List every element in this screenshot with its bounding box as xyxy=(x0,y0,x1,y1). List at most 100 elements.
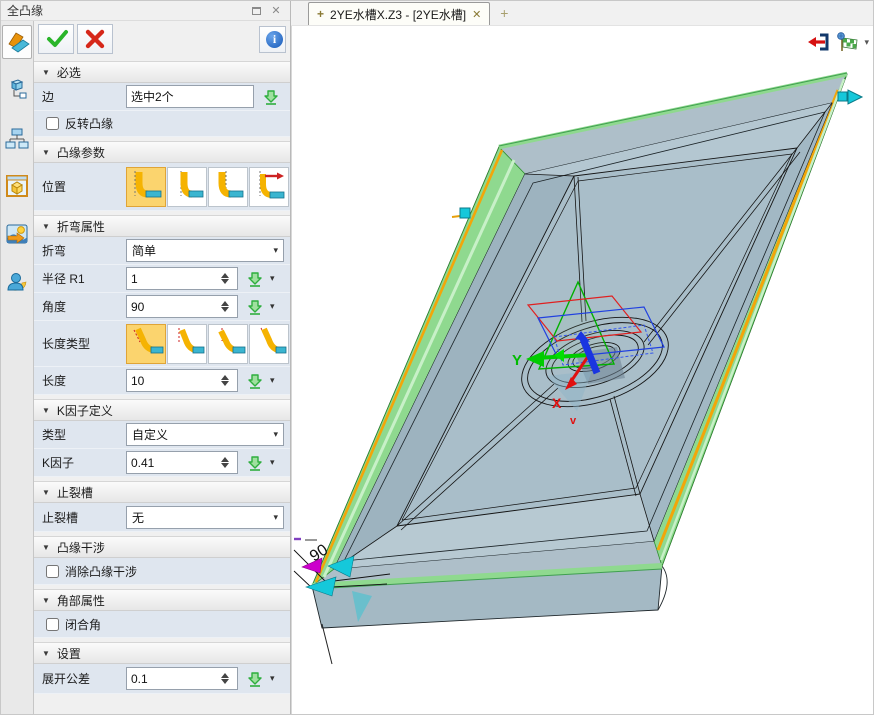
tab-close-button[interactable]: ✕ xyxy=(472,8,481,21)
axis-x-label: X xyxy=(552,395,562,411)
spin-down-icon[interactable] xyxy=(221,279,229,284)
flip-flange-row: 反转凸缘 xyxy=(34,111,290,137)
length-type-option-1-button[interactable] xyxy=(126,324,166,364)
angle-input[interactable] xyxy=(127,296,217,317)
sidebar-item-flange-tool[interactable] xyxy=(2,25,32,59)
section-header-required[interactable]: ▼ 必选 xyxy=(34,61,290,83)
tolerance-label: 展开公差 xyxy=(42,670,126,687)
position-option-4-button[interactable] xyxy=(249,167,289,207)
sidebar-item-hierarchy[interactable] xyxy=(2,121,32,155)
caret-down-icon[interactable]: ▾ xyxy=(270,273,275,284)
length-type-option-3-button[interactable] xyxy=(208,324,248,364)
remove-interference-checkbox[interactable] xyxy=(46,565,59,578)
main-area: + 2YE水槽X.Z3 - [2YE水槽] ✕ + xyxy=(291,1,874,715)
dialog-toolbar: i xyxy=(34,21,290,57)
length-type-option-2-button[interactable] xyxy=(167,324,207,364)
info-button[interactable]: i xyxy=(259,26,286,53)
bend-position-1-icon xyxy=(127,168,165,206)
render-mode-icon[interactable] xyxy=(835,32,859,52)
sidebar-item-user[interactable] xyxy=(2,265,32,299)
length-label: 长度 xyxy=(42,372,126,389)
caret-down-icon[interactable]: ▾ xyxy=(270,673,275,684)
caret-down-icon: ▾ xyxy=(273,429,278,440)
spin-down-icon[interactable] xyxy=(221,307,229,312)
caret-down-icon[interactable]: ▾ xyxy=(270,301,275,312)
caret-down-icon[interactable]: ▾ xyxy=(270,457,275,468)
ktype-dropdown[interactable]: 自定义 ▾ xyxy=(126,423,284,446)
length-spinner xyxy=(126,369,238,392)
section-title: 止裂槽 xyxy=(57,484,93,501)
caret-down-icon[interactable]: ▾ xyxy=(864,37,869,48)
tolerance-input[interactable] xyxy=(127,668,217,689)
panel-title: 全凸缘 xyxy=(7,2,244,19)
radius-input[interactable] xyxy=(127,268,217,289)
position-option-3-button[interactable] xyxy=(208,167,248,207)
sidebar-item-manager[interactable] xyxy=(2,73,32,107)
image-render-icon xyxy=(5,222,29,246)
green-apply-arrow-icon xyxy=(262,88,280,106)
angle-apply-button[interactable] xyxy=(244,297,266,317)
angle-row: 角度 ▾ xyxy=(34,293,290,321)
cube-tree-icon xyxy=(5,78,29,102)
sidebar-item-image[interactable] xyxy=(2,217,32,251)
3d-viewport[interactable]: ▾ xyxy=(291,26,874,715)
position-option-2-button[interactable] xyxy=(167,167,207,207)
sink-model-scene: Y X v xyxy=(292,26,874,715)
flip-flange-checkbox[interactable] xyxy=(46,117,59,130)
cancel-button[interactable] xyxy=(77,24,113,54)
document-tab[interactable]: + 2YE水槽X.Z3 - [2YE水槽] ✕ xyxy=(308,2,490,25)
tolerance-apply-button[interactable] xyxy=(244,669,266,689)
spin-up-icon[interactable] xyxy=(221,375,229,380)
top-right-handle[interactable] xyxy=(838,90,862,104)
new-tab-button[interactable]: + xyxy=(500,5,508,21)
spin-down-icon[interactable] xyxy=(221,679,229,684)
left-edge-handle[interactable] xyxy=(452,208,470,218)
closed-corner-checkbox[interactable] xyxy=(46,618,59,631)
spin-down-icon[interactable] xyxy=(221,463,229,468)
section-header-bend-attrs[interactable]: ▼ 折弯属性 xyxy=(34,215,290,237)
view-cube-icon xyxy=(5,174,29,198)
radius-apply-button[interactable] xyxy=(244,269,266,289)
kfactor-input[interactable] xyxy=(127,452,217,473)
spin-up-icon[interactable] xyxy=(221,457,229,462)
sidebar-item-view-window[interactable] xyxy=(2,169,32,203)
axis-y-label: Y xyxy=(512,352,522,369)
spin-up-icon[interactable] xyxy=(221,673,229,678)
bend-position-4-icon xyxy=(250,168,288,206)
section-header-flange-params[interactable]: ▼ 凸缘参数 xyxy=(34,141,290,163)
exit-view-icon[interactable] xyxy=(806,32,830,52)
spin-up-icon[interactable] xyxy=(221,273,229,278)
ok-button[interactable] xyxy=(38,24,74,54)
corner-edge-line xyxy=(322,624,332,664)
spin-down-icon[interactable] xyxy=(221,381,229,386)
length-input[interactable] xyxy=(127,370,217,391)
position-option-1-button[interactable] xyxy=(126,167,166,207)
caret-down-icon: ▾ xyxy=(273,512,278,523)
caret-down-icon[interactable]: ▾ xyxy=(270,375,275,386)
kfactor-spinner xyxy=(126,451,238,474)
panel-close-button[interactable]: ✕ xyxy=(268,4,284,18)
kfactor-apply-button[interactable] xyxy=(244,453,266,473)
section-header-relief[interactable]: ▼ 止裂槽 xyxy=(34,481,290,503)
edge-input[interactable] xyxy=(126,85,254,108)
restore-icon xyxy=(252,7,261,15)
section-header-settings[interactable]: ▼ 设置 xyxy=(34,642,290,664)
relief-dropdown[interactable]: 无 ▾ xyxy=(126,506,284,529)
length-type-row: 长度类型 xyxy=(34,321,290,367)
section-header-corner[interactable]: ▼ 角部属性 xyxy=(34,589,290,611)
length-type-option-4-button[interactable] xyxy=(249,324,289,364)
spin-up-icon[interactable] xyxy=(221,301,229,306)
bend-dropdown[interactable]: 简单 ▾ xyxy=(126,239,284,262)
document-tab-title: 2YE水槽X.Z3 - [2YE水槽] xyxy=(330,6,466,23)
collapse-icon: ▼ xyxy=(42,649,50,658)
green-apply-arrow-icon xyxy=(246,298,264,316)
section-title: 设置 xyxy=(57,645,81,662)
section-header-interference[interactable]: ▼ 凸缘干涉 xyxy=(34,536,290,558)
panel-restore-button[interactable] xyxy=(248,4,264,18)
length-apply-button[interactable] xyxy=(244,371,266,391)
edge-apply-button[interactable] xyxy=(260,87,282,107)
check-icon xyxy=(45,28,69,50)
bend-label: 折弯 xyxy=(42,242,126,259)
section-header-kfactor[interactable]: ▼ K因子定义 xyxy=(34,399,290,421)
green-apply-arrow-icon xyxy=(246,454,264,472)
